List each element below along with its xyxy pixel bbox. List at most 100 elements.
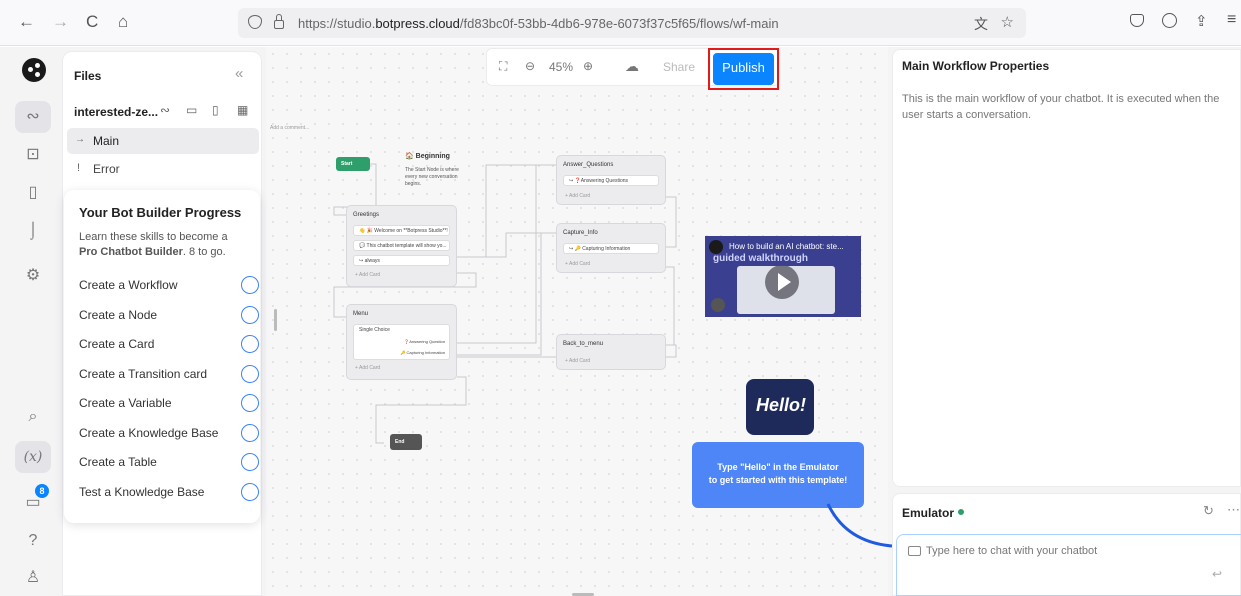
node-card[interactable]: ↪ 🔑 Capturing Information	[563, 243, 659, 254]
add-card[interactable]: + Add Card	[565, 193, 590, 199]
back-to-menu-node[interactable]: Back_to_menu + Add Card	[556, 334, 666, 370]
progress-item[interactable]: Create a Table	[79, 451, 259, 473]
extensions-icon[interactable]: ⇪	[1195, 12, 1208, 30]
bookmark-star-icon[interactable]: ☆	[1001, 13, 1014, 31]
greetings-node[interactable]: Greetings 👋 🎉 Welcome on **Botpress Stud…	[346, 205, 457, 287]
video-title: How to build an AI chatbot: ste...	[729, 242, 844, 251]
help-icon[interactable]: ?	[15, 525, 51, 557]
progress-circle-icon[interactable]	[241, 364, 259, 383]
search-icon[interactable]: ⌕	[15, 401, 51, 433]
new-folder-icon[interactable]: ▭	[186, 103, 197, 117]
progress-circle-icon[interactable]	[241, 276, 259, 294]
zoom-out-icon[interactable]: ⊖	[525, 59, 535, 73]
zoom-in-icon[interactable]: ⊕	[583, 59, 593, 73]
notifications-icon[interactable]: ▭ 8	[15, 484, 51, 519]
cloud-icon[interactable]: ☁	[625, 58, 639, 75]
back-icon[interactable]: ←	[18, 12, 35, 32]
send-icon[interactable]: ↩	[1212, 567, 1222, 581]
zoom-level: 45%	[549, 60, 574, 74]
answer-questions-node[interactable]: Answer_Questions ↪ ❓Answering Questions …	[556, 155, 666, 205]
add-comment[interactable]: Add a comment...	[270, 125, 309, 131]
add-card[interactable]: + Add Card	[565, 358, 590, 364]
share-button[interactable]: Share	[663, 60, 695, 74]
capture-info-node[interactable]: Capture_Info ↪ 🔑 Capturing Information +…	[556, 223, 666, 273]
add-card[interactable]: + Add Card	[355, 365, 380, 371]
progress-item[interactable]: Create a Workflow	[79, 274, 259, 296]
progress-item[interactable]: Create a Variable	[79, 392, 259, 414]
beginning-note-title: 🏠 Beginning	[405, 153, 450, 160]
profile-icon[interactable]: ♙	[15, 562, 51, 594]
beginning-note-line1: The Start Node is where	[405, 167, 459, 173]
refresh-icon[interactable]: ↻	[1203, 503, 1214, 519]
reload-icon[interactable]: C	[86, 12, 98, 32]
node-card[interactable]: 👋 🎉 Welcome on **Botpress Studio**!	[353, 225, 450, 236]
node-card[interactable]: ↪ always	[353, 255, 450, 266]
menu-node[interactable]: Menu Single Choice ❓Answering Question 🔑…	[346, 304, 457, 380]
panel-resize-handle[interactable]	[274, 309, 277, 331]
node-title: Greetings	[353, 212, 380, 218]
variables-icon[interactable]: (x)	[15, 441, 51, 473]
progress-item[interactable]: Create a Transition card	[79, 363, 259, 385]
hello-text: Hello!	[756, 395, 807, 415]
progress-circle-icon[interactable]	[241, 335, 259, 353]
file-item-main[interactable]: → Main	[67, 128, 259, 154]
browser-toolbar: ← → C ⌂ https://studio.botpress.cloud/fd…	[0, 0, 1241, 46]
add-card[interactable]: + Add Card	[565, 261, 590, 267]
progress-circle-icon[interactable]	[241, 305, 259, 324]
bot-icon[interactable]: ⊡	[15, 139, 51, 171]
new-workflow-icon[interactable]: ∾	[160, 103, 170, 117]
progress-item[interactable]: Create a Card	[79, 333, 259, 355]
left-rail: ∾ ⊡ ▯ ⌡ ⚙ ⌕ (x) ▭ 8 ? ♙	[8, 47, 60, 596]
share-icon[interactable]	[711, 298, 725, 312]
knowledge-base-icon[interactable]: ▯	[212, 103, 219, 117]
progress-item[interactable]: Create a Knowledge Base	[79, 422, 259, 444]
error-icon: !	[77, 162, 81, 174]
progress-circle-icon[interactable]	[241, 453, 259, 471]
emulator-panel: Emulator ↻ ⋯ Type here to chat with your…	[892, 493, 1241, 596]
collapse-icon[interactable]: «	[235, 65, 243, 82]
workflows-icon[interactable]: ∾	[15, 101, 51, 133]
address-bar[interactable]: https://studio.botpress.cloud/fd83bc0f-5…	[238, 8, 1026, 38]
bot-name[interactable]: interested-ze...	[74, 105, 158, 119]
end-node[interactable]: End	[390, 434, 422, 450]
menu-icon[interactable]: ≡	[1227, 11, 1236, 29]
publish-button[interactable]: Publish	[713, 53, 774, 85]
progress-item[interactable]: Create a Node	[79, 304, 259, 326]
botpress-logo-icon[interactable]	[22, 58, 46, 82]
knowledge-book-icon[interactable]: ▯	[15, 177, 51, 209]
notification-badge: 8	[35, 484, 49, 498]
progress-circle-icon[interactable]	[241, 394, 259, 412]
progress-item-label: Create a Workflow	[79, 278, 178, 292]
settings-gear-icon[interactable]: ⚙	[15, 260, 51, 292]
node-card[interactable]: ↪ ❓Answering Questions	[563, 175, 659, 186]
add-card[interactable]: + Add Card	[355, 272, 380, 278]
shield-icon[interactable]	[248, 15, 262, 29]
chat-input[interactable]: Type here to chat with your chatbot ↩	[896, 534, 1241, 596]
fit-view-icon[interactable]: ⛶	[499, 59, 507, 74]
forward-icon[interactable]: →	[52, 12, 69, 32]
chat-icon	[908, 546, 921, 556]
tip-line1: Type "Hello" in the Emulator	[717, 462, 839, 472]
hook-icon[interactable]: ⌡	[15, 215, 51, 247]
translate-icon[interactable]: 文	[974, 14, 988, 34]
progress-circle-icon[interactable]	[241, 423, 259, 442]
progress-circle-icon[interactable]	[241, 482, 259, 501]
progress-desc2: Pro Chatbot Builder. 8 to go.	[79, 246, 226, 258]
choice-option: ❓Answering Question	[404, 339, 445, 344]
progress-item[interactable]: Test a Knowledge Base	[79, 481, 259, 503]
flow-canvas[interactable]: Add a comment... Start 🏠 Beginning The S…	[266, 47, 893, 596]
beginning-note-line3: begins.	[405, 181, 422, 187]
account-icon[interactable]	[1162, 13, 1177, 28]
start-node[interactable]: Start	[336, 157, 370, 171]
progress-item-label: Create a Table	[79, 455, 157, 469]
home-icon[interactable]: ⌂	[118, 12, 128, 32]
table-icon[interactable]: ▦	[237, 103, 248, 117]
play-icon	[778, 273, 791, 291]
single-choice-card[interactable]: Single Choice ❓Answering Question 🔑 Capt…	[353, 324, 450, 360]
lock-icon[interactable]	[274, 20, 284, 29]
file-item-error[interactable]: ! Error	[67, 156, 259, 182]
video-thumbnail[interactable]: How to build an AI chatbot: ste... guide…	[705, 236, 861, 317]
more-icon[interactable]: ⋯	[1227, 502, 1240, 518]
pocket-icon[interactable]	[1130, 14, 1144, 27]
node-card[interactable]: 💬 This chatbot template will show yo...	[353, 240, 450, 251]
